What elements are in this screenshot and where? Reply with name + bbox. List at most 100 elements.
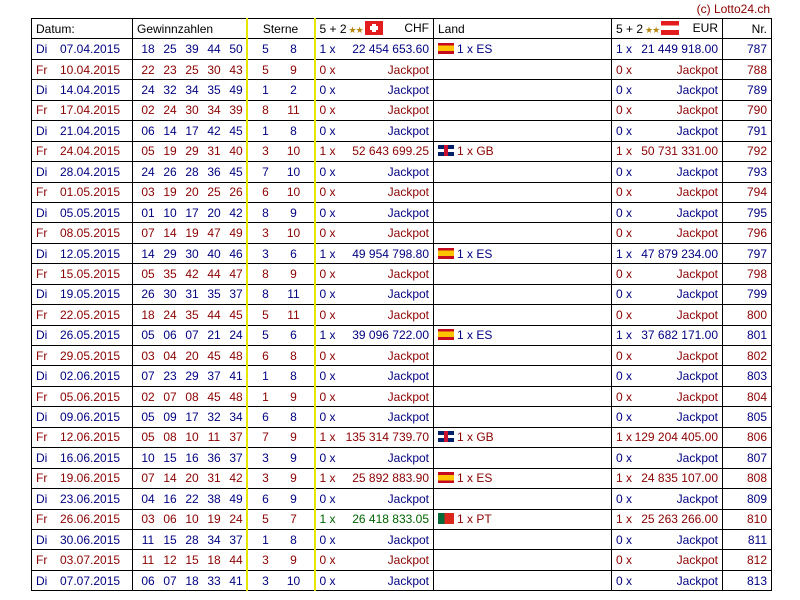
uk-flag-icon (438, 431, 454, 443)
date-cell: Di 21.04.2015 (31, 120, 133, 142)
lucky-stars: 18 (245, 365, 316, 387)
date-cell: Di 23.06.2015 (31, 488, 133, 510)
eur-jackpot-cell: 0 x Jackpot (611, 58, 723, 81)
country-cell (433, 79, 612, 101)
weekday: Fr (36, 266, 48, 281)
winning-number: 26 (163, 164, 177, 179)
lucky-star: 8 (290, 42, 297, 57)
eur-jackpot-cell: 1 x 21 449 918.00 (611, 38, 723, 60)
country-winner: 1 x PT (457, 512, 492, 527)
draw-date: 12.06.2015 (60, 430, 121, 445)
winning-number: 24 (141, 164, 155, 179)
draw-date: 22.05.2015 (60, 307, 121, 322)
winning-number: 02 (141, 389, 155, 404)
lucky-stars: 6 10 (245, 181, 316, 203)
eur-winners-count: 0 x (616, 83, 633, 98)
draw-number: 791 (722, 120, 772, 142)
draw-number: 789 (722, 79, 772, 101)
eur-winners-count: 0 x (616, 62, 633, 77)
eur-amount: 25 263 266.00 (641, 512, 718, 527)
chf-jackpot-cell: 0 x Jackpot (314, 222, 434, 244)
eur-winners-count: 0 x (616, 348, 633, 363)
table-row: Di 02.06.2015 07 23 29 37 41 1 8 0 x Jackpot 0 x Jac… (31, 365, 772, 387)
chf-jackpot-cell: 1 x 22 454 653.60 (314, 38, 434, 60)
eur-amount: Jackpot (676, 450, 718, 465)
eur-jackpot-cell: 0 x Jackpot (611, 99, 723, 122)
uk-flag-icon (438, 145, 454, 157)
winning-numbers: 24 32 34 35 49 (132, 79, 247, 101)
chf-amount: Jackpot (387, 532, 429, 547)
winning-number: 11 (141, 553, 155, 568)
eur-amount: Jackpot (676, 573, 718, 588)
star-pair-icon: ★★ (348, 25, 364, 36)
eur-winners-count: 0 x (616, 226, 633, 241)
eur-winners-count: 0 x (616, 389, 633, 404)
winning-number: 22 (185, 491, 199, 506)
table-row: Di 23.06.2015 04 16 22 38 49 6 9 0 x Jackpot 0 x Jac… (31, 488, 772, 510)
draw-date: 30.06.2015 (60, 532, 121, 547)
winning-number: 37 (207, 369, 221, 384)
table-row: Di 09.06.2015 05 09 17 32 34 6 8 0 x Jackpot 0 x Jac… (31, 406, 772, 428)
chf-amount: Jackpot (387, 307, 429, 322)
eur-jackpot-cell: 0 x Jackpot (611, 181, 723, 203)
draw-date: 07.07.2015 (60, 573, 121, 588)
lucky-stars: 68 (245, 344, 316, 367)
eur-winners-count: 0 x (616, 266, 633, 281)
chf-jackpot-cell: 1 x 49 954 798.80 (314, 242, 434, 265)
lucky-star: 8 (262, 205, 269, 220)
lucky-stars: 56 (245, 324, 316, 347)
draw-date: 24.04.2015 (60, 144, 121, 159)
table-row: Di 07.07.2015 06 07 18 33 41 3 10 0 x Jackpot 0 x Ja… (31, 569, 772, 592)
country-cell (433, 488, 612, 510)
winning-number: 07 (185, 328, 199, 343)
lucky-star: 9 (290, 205, 297, 220)
winning-numbers: 07 14 20 31 42 (132, 467, 247, 490)
winning-numbers: 05 35 42 44 47 (132, 263, 247, 285)
winning-numbers: 04 16 22 38 49 (132, 488, 247, 510)
chf-amount: Jackpot (387, 450, 429, 465)
winning-number: 30 (185, 103, 199, 118)
winning-numbers: 26 30 31 35 37 (132, 283, 247, 306)
winning-number: 46 (229, 246, 243, 261)
winning-number: 16 (185, 450, 199, 465)
winning-number: 22 (141, 62, 155, 77)
table-row: Fr 22.05.2015 18 24 35 44 45 5 11 0 x Jackpot 0 x Ja… (31, 304, 772, 326)
winning-number: 08 (185, 389, 199, 404)
winning-number: 31 (207, 144, 221, 159)
weekday: Di (36, 410, 48, 425)
winning-number: 18 (141, 307, 155, 322)
country-cell (433, 344, 612, 367)
draw-number: 802 (722, 344, 772, 367)
header-chf-prefix: 5 + 2 (319, 22, 347, 37)
winning-number: 31 (207, 471, 221, 486)
date-cell: Di 14.04.2015 (31, 79, 133, 101)
eur-jackpot-cell: 1 x 24 835 107.00 (611, 467, 723, 490)
eur-jackpot-cell: 0 x Jackpot (611, 528, 723, 551)
chf-jackpot-cell: 0 x Jackpot (314, 120, 434, 142)
winning-number: 45 (229, 164, 243, 179)
winning-number: 49 (229, 83, 243, 98)
table-row: Fr 05.06.2015 02 07 08 45 48 1 9 0 x Jackpot 0 x Jac… (31, 385, 772, 408)
date-cell: Di 07.04.2015 (31, 38, 133, 60)
lucky-star: 8 (290, 532, 297, 547)
winning-numbers: 22 23 25 30 43 (132, 58, 247, 81)
winning-number: 06 (163, 512, 177, 527)
chf-jackpot-cell: 0 x Jackpot (314, 283, 434, 306)
lucky-stars: 5 11 (245, 304, 316, 326)
winning-number: 38 (207, 491, 221, 506)
lucky-star: 6 (290, 246, 297, 261)
winning-numbers: 07 14 19 47 49 (132, 222, 247, 244)
winning-number: 18 (207, 553, 221, 568)
date-cell: Di 05.05.2015 (31, 201, 133, 224)
eur-amount: 37 682 171.00 (641, 328, 718, 343)
draw-number: 808 (722, 467, 772, 490)
eur-winners-count: 1 x (616, 512, 633, 527)
winning-number: 10 (185, 430, 199, 445)
draw-number: 794 (722, 181, 772, 203)
weekday: Fr (36, 471, 48, 486)
winning-number: 02 (141, 103, 155, 118)
winning-number: 14 (163, 123, 177, 138)
weekday: Di (36, 532, 48, 547)
eur-amount: Jackpot (676, 553, 718, 568)
lucky-stars: 57 (245, 508, 316, 530)
